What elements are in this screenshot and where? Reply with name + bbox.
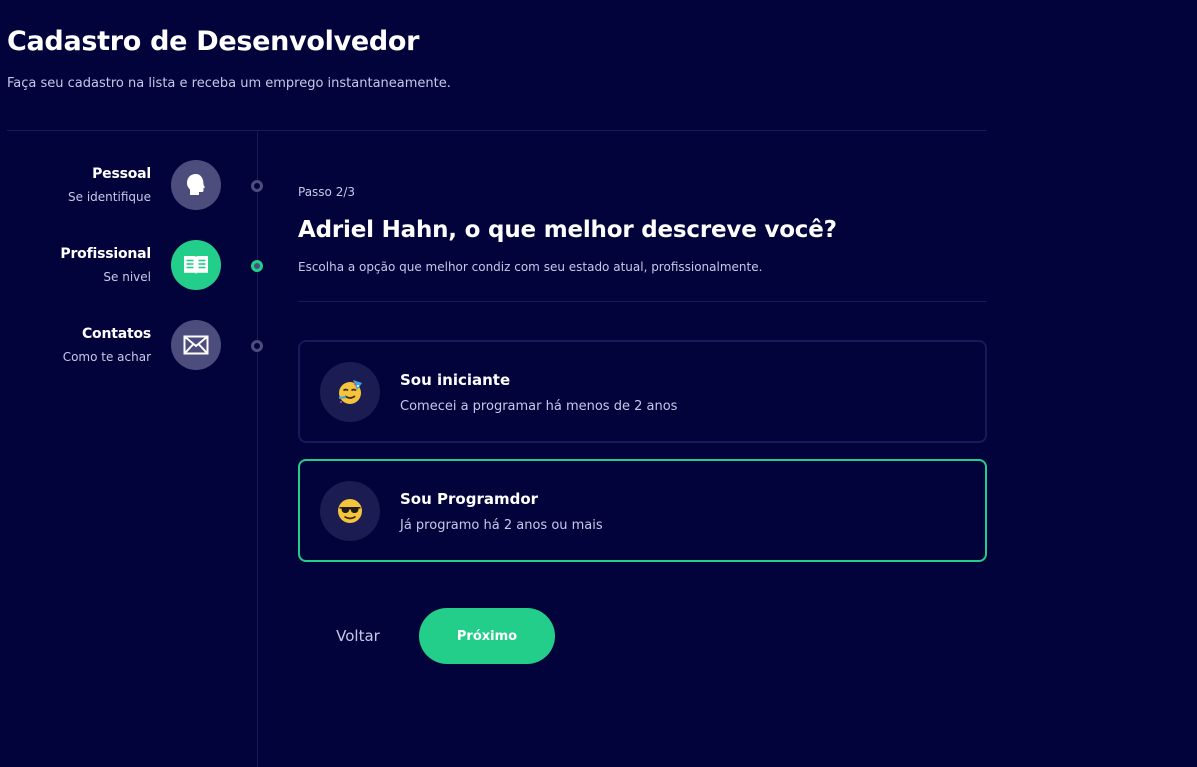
step-pessoal[interactable]: Pessoal Se identifique [0, 160, 270, 212]
step-subtitle: Se nivel [103, 270, 151, 284]
step-indicator-dot [251, 340, 263, 352]
step-title: Profissional [60, 246, 151, 262]
sidebar-divider [257, 131, 258, 767]
step-text: Pessoal Se identifique [68, 166, 151, 204]
question-subtitle: Escolha a opção que melhor condiz com se… [298, 260, 763, 274]
step-title: Pessoal [92, 166, 151, 182]
book-icon [171, 240, 221, 290]
page-subtitle: Faça seu cadastro na lista e receba um e… [7, 76, 451, 91]
page-title: Cadastro de Desenvolvedor [7, 26, 420, 57]
step-text: Profissional Se nivel [60, 246, 151, 284]
question-title: Adriel Hahn, o que melhor descreve você? [298, 217, 837, 243]
step-subtitle: Como te achar [62, 350, 151, 364]
step-counter: Passo 2/3 [298, 185, 356, 199]
step-title: Contatos [81, 326, 151, 342]
step-contatos[interactable]: Contatos Como te achar [0, 320, 270, 372]
option-programador[interactable]: Sou Programdor Já programo há 2 anos ou … [298, 459, 987, 562]
step-indicator-dot [251, 260, 263, 272]
step-text: Contatos Como te achar [62, 326, 152, 364]
option-description: Comecei a programar há menos de 2 anos [400, 399, 678, 414]
page-header: Cadastro de Desenvolvedor Faça seu cadas… [7, 26, 451, 91]
head-icon [171, 160, 221, 210]
sunglasses-face-icon [320, 481, 380, 541]
option-iniciante[interactable]: Sou iniciante Comecei a programar há men… [298, 340, 987, 443]
step-indicator-dot [251, 180, 263, 192]
next-button[interactable]: Próximo [419, 608, 555, 664]
main-content: Passo 2/3 Adriel Hahn, o que melhor desc… [298, 185, 987, 302]
party-face-icon [320, 362, 380, 422]
step-subtitle: Se identifique [68, 190, 151, 204]
option-title: Sou iniciante [400, 371, 511, 389]
envelope-icon [171, 320, 221, 370]
header-divider [7, 130, 987, 131]
back-button[interactable]: Voltar [310, 608, 406, 664]
content-divider [298, 301, 987, 302]
option-title: Sou Programdor [400, 490, 539, 508]
option-description: Já programo há 2 anos ou mais [400, 518, 603, 533]
step-profissional[interactable]: Profissional Se nivel [0, 240, 270, 292]
